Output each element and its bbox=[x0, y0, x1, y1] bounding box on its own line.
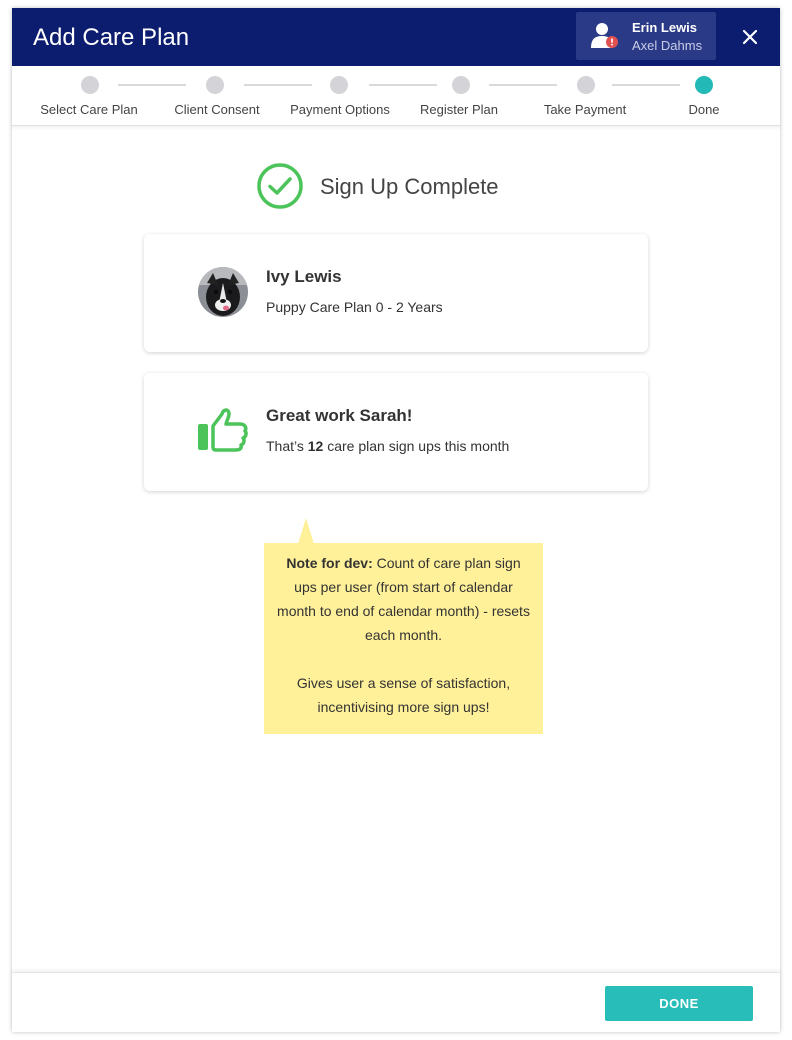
step-label-register-plan: Register Plan bbox=[419, 102, 499, 117]
dev-note-pointer bbox=[298, 518, 314, 544]
signup-count: 12 bbox=[307, 438, 324, 454]
modal-header: Add Care Plan Erin Lewis Axel Dahms bbox=[12, 8, 780, 66]
step-label-done: Done bbox=[688, 102, 720, 117]
step-connector bbox=[369, 84, 437, 86]
pet-name: Ivy Lewis bbox=[266, 267, 342, 286]
kudos-card: Great work Sarah! That’s 12 care plan si… bbox=[144, 373, 648, 491]
step-label-select-care-plan: Select Care Plan bbox=[40, 102, 138, 117]
pet-card: Ivy Lewis Puppy Care Plan 0 - 2 Years bbox=[144, 234, 648, 352]
sign-up-status: Sign Up Complete bbox=[256, 162, 556, 210]
step-dot-done[interactable] bbox=[695, 76, 713, 94]
care-plan-name: Puppy Care Plan 0 - 2 Years bbox=[266, 299, 443, 315]
dev-note-label: Note for dev: bbox=[286, 555, 373, 571]
step-label-payment-options: Payment Options bbox=[290, 102, 390, 117]
kudos-message: That’s 12 care plan sign ups this month bbox=[266, 438, 509, 454]
status-title: Sign Up Complete bbox=[320, 174, 499, 199]
user-alert-icon bbox=[591, 23, 618, 48]
modal-title: Add Care Plan bbox=[33, 24, 190, 51]
dev-note: Note for dev: Count of care plan sign up… bbox=[264, 543, 543, 734]
step-connector bbox=[489, 84, 557, 86]
close-button[interactable] bbox=[738, 25, 762, 49]
modal-footer: DONE bbox=[12, 972, 780, 1032]
done-button[interactable]: DONE bbox=[605, 986, 753, 1021]
step-dot-payment-options[interactable] bbox=[330, 76, 348, 94]
user-switcher[interactable]: Erin Lewis Axel Dahms bbox=[576, 12, 716, 60]
step-dot-client-consent[interactable] bbox=[206, 76, 224, 94]
kudos-text-before: That’s bbox=[266, 438, 308, 454]
step-dot-take-payment[interactable] bbox=[577, 76, 595, 94]
dev-note-paragraph: Note for dev: Count of care plan sign up… bbox=[274, 551, 533, 647]
close-icon bbox=[742, 29, 758, 45]
user-names: Erin Lewis Axel Dahms bbox=[632, 19, 702, 55]
step-label-take-payment: Take Payment bbox=[543, 102, 627, 117]
step-connector bbox=[118, 84, 186, 86]
kudos-heading: Great work Sarah! bbox=[266, 406, 413, 425]
user-secondary-name: Axel Dahms bbox=[632, 38, 703, 53]
dev-note-body-2: Gives user a sense of satisfaction, ince… bbox=[296, 675, 511, 715]
check-circle-icon bbox=[257, 163, 303, 209]
step-label-client-consent: Client Consent bbox=[174, 102, 260, 117]
step-connector bbox=[612, 84, 680, 86]
user-primary-name: Erin Lewis bbox=[632, 20, 698, 35]
thumbs-up-icon bbox=[198, 408, 248, 452]
progress-stepper: Select Care Plan Client Consent Payment … bbox=[12, 66, 780, 126]
dog-photo-avatar bbox=[198, 267, 248, 317]
kudos-text-after: care plan sign ups this month bbox=[323, 438, 510, 454]
step-connector bbox=[244, 84, 312, 86]
step-dot-register-plan[interactable] bbox=[452, 76, 470, 94]
add-care-plan-modal: Add Care Plan Erin Lewis Axel Dahms Sele… bbox=[12, 8, 780, 1032]
step-dot-select-care-plan[interactable] bbox=[81, 76, 99, 94]
